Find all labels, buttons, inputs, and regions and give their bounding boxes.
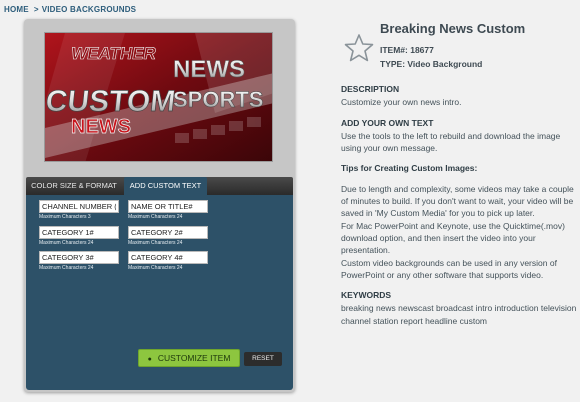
field-hint: Maximum Characters 3: [39, 214, 91, 220]
field-category-4: Maximum Characters 24: [128, 251, 208, 271]
breadcrumb: HOME > VIDEO BACKGROUNDS: [4, 5, 136, 14]
breadcrumb-home-link[interactable]: HOME: [4, 5, 29, 14]
name-title-input[interactable]: [128, 200, 208, 213]
description-section: DESCRIPTION Customize your own news intr…: [341, 83, 577, 109]
star-icon[interactable]: [344, 33, 374, 63]
field-category-3: Maximum Characters 24: [39, 251, 119, 271]
field-hint: Maximum Characters 24: [39, 265, 94, 271]
reset-button[interactable]: RESET: [244, 352, 282, 366]
product-info: DESCRIPTION Customize your own news intr…: [341, 83, 577, 335]
keywords-section: KEYWORDS breaking news newscast broadcas…: [341, 289, 577, 327]
description-heading: DESCRIPTION: [341, 84, 400, 94]
tab-color-size-format[interactable]: COLOR SIZE & FORMAT: [26, 177, 122, 195]
breadcrumb-current[interactable]: VIDEO BACKGROUNDS: [42, 5, 137, 14]
field-hint: Maximum Characters 24: [39, 240, 94, 246]
field-channel-number: Maximum Characters 3: [39, 200, 119, 220]
tab-bar: COLOR SIZE & FORMAT ADD CUSTOM TEXT: [26, 177, 293, 195]
description-text: Customize your own news intro.: [341, 97, 462, 108]
tips-paragraph: Due to length and complexity, some video…: [341, 183, 574, 219]
field-hint: Maximum Characters 24: [128, 265, 183, 271]
category-1-input[interactable]: [39, 226, 119, 239]
tips-paragraph: For Mac PowerPoint and Keynote, use the …: [341, 220, 565, 256]
add-text-heading: ADD YOUR OWN TEXT: [341, 117, 434, 128]
camera-icon: ●: [147, 356, 152, 363]
preview-word-sports: SPORTS: [173, 87, 263, 112]
field-category-1: Maximum Characters 24: [39, 226, 119, 246]
field-hint: Maximum Characters 24: [128, 214, 183, 220]
tips-paragraph: Custom video backgrounds can be used in …: [341, 257, 557, 280]
preview-word-news: NEWS: [173, 56, 245, 83]
category-3-input[interactable]: [39, 251, 119, 264]
category-2-input[interactable]: [128, 226, 208, 239]
product-title: Breaking News Custom: [380, 21, 526, 36]
video-preview[interactable]: WEATHER NEWS CUSTOM SPORTS NEWS: [44, 32, 273, 162]
keywords-text: breaking news newscast broadcast intro i…: [341, 303, 577, 326]
keywords-heading: KEYWORDS: [341, 290, 392, 301]
tab-add-custom-text[interactable]: ADD CUSTOM TEXT: [124, 177, 207, 195]
category-4-input[interactable]: [128, 251, 208, 264]
product-item-id: ITEM#: 18677: [380, 45, 434, 55]
preview-word-weather: WEATHER: [70, 43, 159, 63]
preview-word-news-red: NEWS: [71, 116, 131, 138]
preview-word-custom: CUSTOM: [45, 85, 177, 118]
product-type: TYPE: Video Background: [380, 59, 483, 69]
preview-artwork: WEATHER NEWS CUSTOM SPORTS NEWS: [45, 33, 272, 161]
add-text-body: Use the tools to the left to rebuild and…: [341, 130, 561, 154]
field-hint: Maximum Characters 24: [128, 240, 183, 246]
breadcrumb-separator: >: [33, 5, 39, 14]
add-text-section: ADD YOUR OWN TEXT Use the tools to the l…: [341, 117, 577, 155]
field-category-2: Maximum Characters 24: [128, 226, 208, 246]
tips-section: Tips for Creating Custom Images: Due to …: [341, 162, 577, 281]
customize-item-label: CUSTOMIZE ITEM: [157, 353, 231, 363]
tips-heading: Tips for Creating Custom Images:: [341, 163, 478, 174]
channel-number-input[interactable]: [39, 200, 119, 213]
customize-item-button[interactable]: ● CUSTOMIZE ITEM: [138, 349, 240, 367]
field-name-title: Maximum Characters 24: [128, 200, 208, 220]
